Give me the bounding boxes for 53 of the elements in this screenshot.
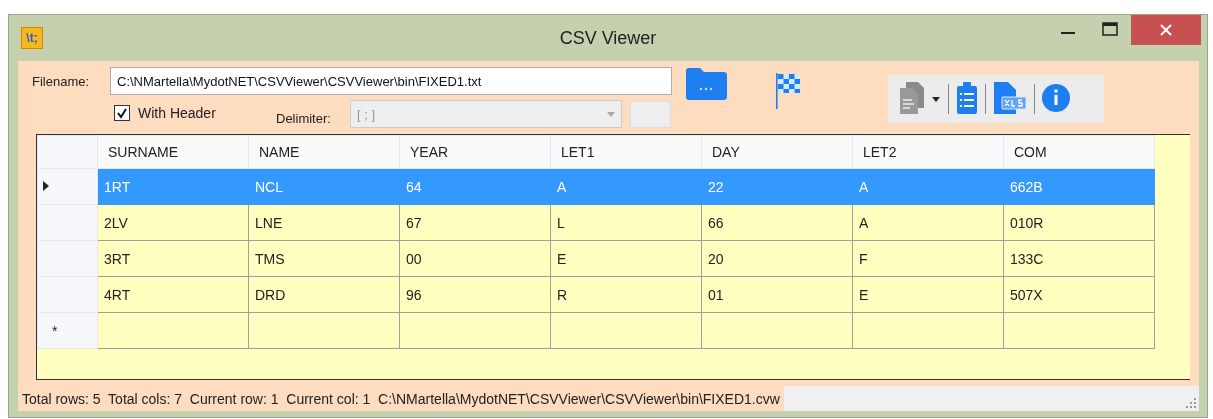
table-cell: 96	[399, 276, 551, 313]
maximize-icon	[1102, 22, 1118, 36]
resize-grip-icon[interactable]	[1185, 397, 1197, 409]
row-header[interactable]: *	[37, 312, 98, 349]
table-cell: 507X	[1003, 276, 1155, 313]
table-cell: 66	[701, 204, 853, 241]
table-cell: LNE	[248, 204, 400, 241]
current-row-icon	[42, 179, 50, 192]
table-cell: 64	[399, 168, 551, 205]
close-button[interactable]	[1131, 15, 1201, 45]
table-cell: 2LV	[97, 204, 249, 241]
table-cell: NCL	[248, 168, 400, 205]
table-cell: R	[550, 276, 702, 313]
column-header[interactable]: LET2	[852, 135, 1004, 169]
table-cell: 00	[399, 240, 551, 277]
filename-field[interactable]: C:\NMartella\MydotNET\CSVViewer\CSVViewer\bin\FIXED1.txt	[110, 67, 672, 95]
app-icon: \t;	[21, 27, 43, 49]
table-cell: 01	[701, 276, 853, 313]
table-cell: 1RT	[97, 168, 249, 205]
delimiter-label: Delimiter:	[276, 111, 331, 126]
table-cell: 22	[701, 168, 853, 205]
checkmark-icon	[116, 107, 128, 119]
window-title: CSV Viewer	[559, 27, 657, 49]
close-icon	[1159, 23, 1173, 37]
table-cell: DRD	[248, 276, 400, 313]
table-cell: 67	[399, 204, 551, 241]
column-header[interactable]: SURNAME	[97, 135, 249, 169]
table-cell: A	[852, 168, 1004, 205]
table-cell: A	[852, 204, 1004, 241]
table-cell: 133C	[1003, 240, 1155, 277]
column-header[interactable]: YEAR	[399, 135, 551, 169]
column-header[interactable]: DAY	[701, 135, 853, 169]
table-cell: 20	[701, 240, 853, 277]
column-header[interactable]: LET1	[550, 135, 702, 169]
table-cell: E	[852, 276, 1004, 313]
table-cell: 010R	[1003, 204, 1155, 241]
table-cell: 662B	[1003, 168, 1155, 205]
filename-label: Filename:	[32, 74, 90, 89]
with-header-checkbox[interactable]: With Header	[114, 105, 216, 121]
status-text: Total rows: 5 Total cols: 7 Current row: 1 Current col: 1 C:\NMartella\MydotNET\CSVViewer\CSVViewer\bin\FIXED1.cvw	[18, 386, 784, 411]
table-cell: TMS	[248, 240, 400, 277]
table-cell: 4RT	[97, 276, 249, 313]
column-header[interactable]: COM	[1003, 135, 1155, 169]
table-cell: 3RT	[97, 240, 249, 277]
caret-icon	[607, 111, 615, 117]
table-cell: F	[852, 240, 1004, 277]
table-cell: A	[550, 168, 702, 205]
table-cell: E	[550, 240, 702, 277]
minimize-icon	[1061, 32, 1075, 34]
table-cell: L	[550, 204, 702, 241]
column-header[interactable]: NAME	[248, 135, 400, 169]
new-row-marker: *	[52, 322, 58, 339]
corner-header	[37, 135, 98, 169]
